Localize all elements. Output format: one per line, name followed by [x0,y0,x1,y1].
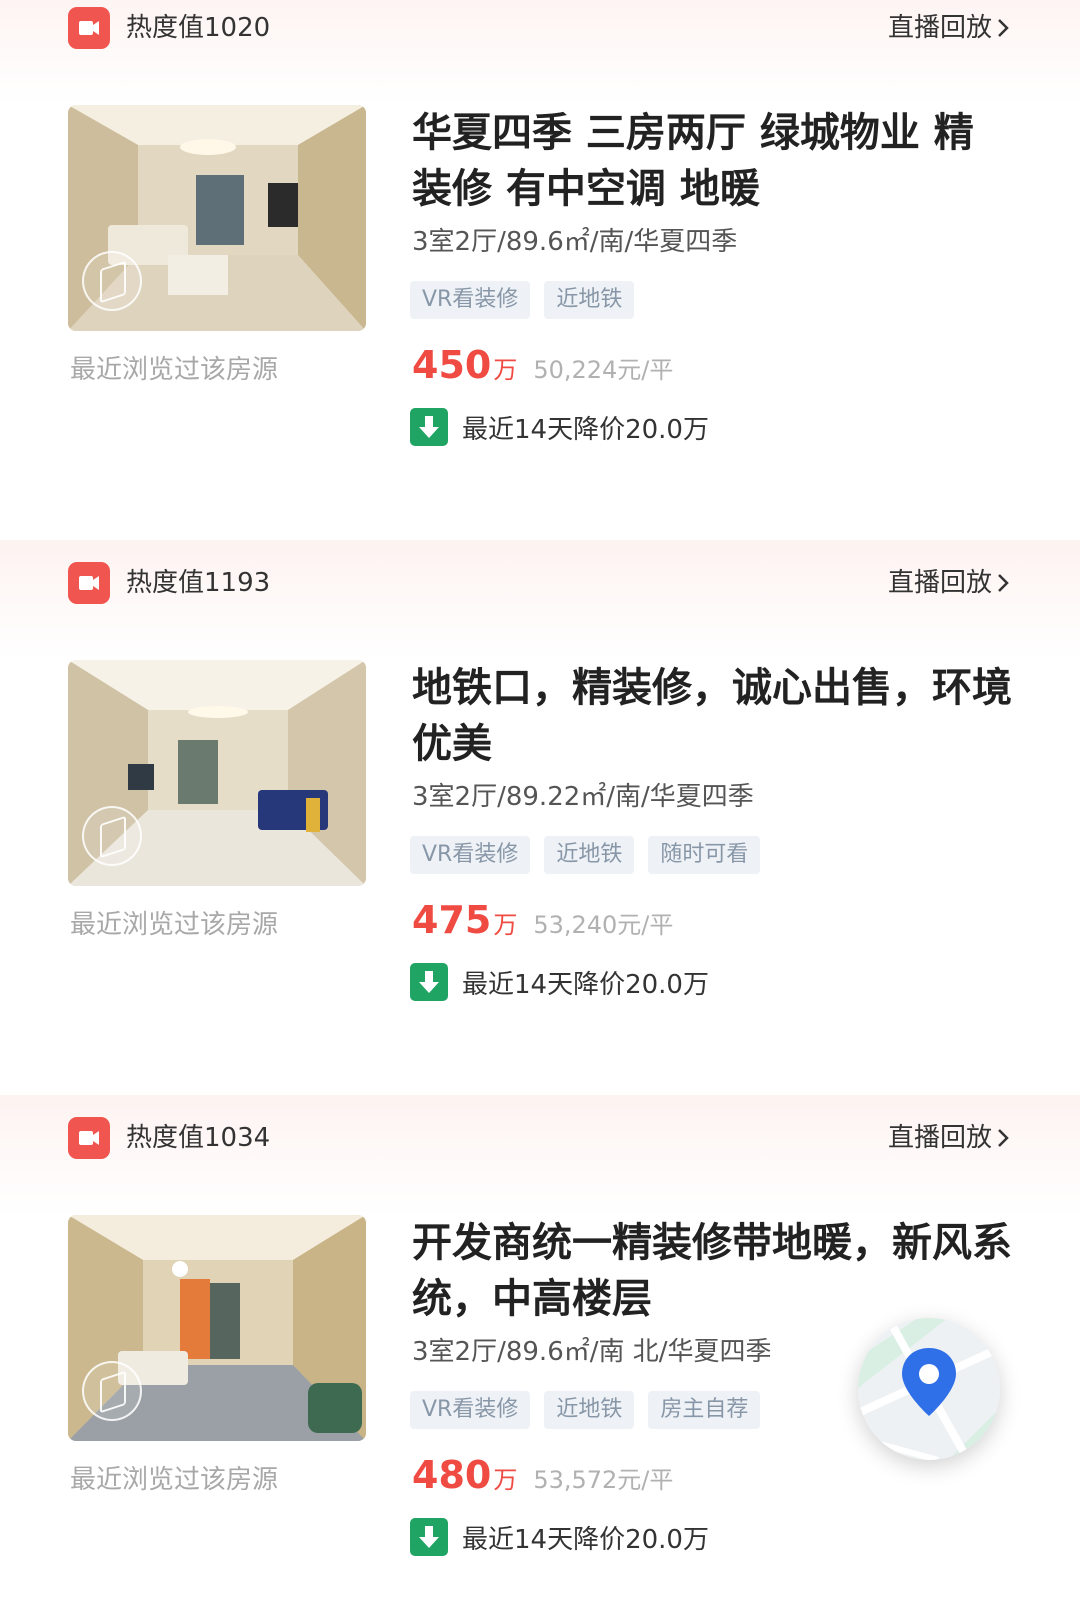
price-drop-text: 最近14天降价20.0万 [462,414,709,445]
tag-list: VR看装修 近地铁 [410,281,635,319]
listing-title[interactable]: 地铁口，精装修，诚心出售，环境优美 [412,660,1012,772]
listing-meta: 3室2厅/89.6㎡/南/华夏四季 [412,227,738,257]
tag-list: VR看装修 近地铁 随时可看 [410,836,761,874]
price-drop-text: 最近14天降价20.0万 [462,1524,709,1555]
tag-list: VR看装修 近地铁 房主自荐 [410,1391,761,1429]
listing-meta: 3室2厅/89.22㎡/南/华夏四季 [412,782,754,812]
heat-value: 热度值1020 [126,13,271,43]
total-price: 480 [412,1453,492,1497]
recently-viewed-label: 最近浏览过该房源 [70,355,279,385]
replay-button[interactable]: 直播回放 [888,566,992,600]
listing-feed: 热度值1020 直播回放 最近浏览过该房源 华夏四季 三房两厅 绿城物业 精装修… [0,0,1080,1599]
listing-photo[interactable] [68,660,366,886]
tag: 近地铁 [544,281,635,319]
arrow-down-icon [410,963,448,1001]
tag: VR看装修 [410,281,531,319]
map-button[interactable] [858,1318,1000,1460]
listing-title[interactable]: 华夏四季 三房两厅 绿城物业 精装修 有中空调 地暖 [412,105,1012,217]
listing-title[interactable]: 开发商统一精装修带地暖，新风系统，中高楼层 [412,1215,1012,1327]
total-price: 450 [412,343,492,387]
tag: 房主自荐 [648,1391,761,1429]
video-camera-icon [68,1117,110,1159]
unit-price: 50,224元/平 [533,356,674,384]
vr-view-icon [82,251,142,311]
vr-view-icon [82,1361,142,1421]
price-row: 480万 53,572元/平 [412,1453,673,1505]
map-pin-icon [858,1318,1000,1460]
price-unit: 万 [493,911,518,939]
chevron-right-icon[interactable] [996,1128,1010,1148]
price-drop: 最近14天降价20.0万 [410,407,709,447]
listing-photo[interactable] [68,1215,366,1441]
replay-button[interactable]: 直播回放 [888,11,992,45]
price-drop-text: 最近14天降价20.0万 [462,969,709,1000]
replay-button[interactable]: 直播回放 [888,1121,992,1155]
price-drop: 最近14天降价20.0万 [410,1517,709,1557]
recently-viewed-label: 最近浏览过该房源 [70,910,279,940]
listing-card[interactable]: 热度值1193 直播回放 最近浏览过该房源 地铁口，精装修，诚心出售，环境优美 [0,540,1080,1075]
heat-value: 热度值1193 [126,568,271,598]
heat-value: 热度值1034 [126,1123,271,1153]
tag: 近地铁 [544,836,635,874]
recently-viewed-label: 最近浏览过该房源 [70,1465,279,1495]
price-unit: 万 [493,356,518,384]
tag: 随时可看 [648,836,761,874]
price-row: 450万 50,224元/平 [412,343,673,395]
video-camera-icon [68,7,110,49]
price-unit: 万 [493,1466,518,1494]
video-camera-icon [68,562,110,604]
vr-view-icon [82,806,142,866]
listing-photo[interactable] [68,105,366,331]
listing-card[interactable]: 热度值1020 直播回放 最近浏览过该房源 华夏四季 三房两厅 绿城物业 精装修… [0,0,1080,520]
unit-price: 53,572元/平 [533,1466,674,1494]
listing-meta: 3室2厅/89.6㎡/南 北/华夏四季 [412,1337,772,1367]
chevron-right-icon[interactable] [996,573,1010,593]
price-drop: 最近14天降价20.0万 [410,962,709,1002]
price-row: 475万 53,240元/平 [412,898,673,950]
tag: VR看装修 [410,836,531,874]
tag: VR看装修 [410,1391,531,1429]
arrow-down-icon [410,408,448,446]
total-price: 475 [412,898,492,942]
unit-price: 53,240元/平 [533,911,674,939]
arrow-down-icon [410,1518,448,1556]
tag: 近地铁 [544,1391,635,1429]
chevron-right-icon[interactable] [996,18,1010,38]
